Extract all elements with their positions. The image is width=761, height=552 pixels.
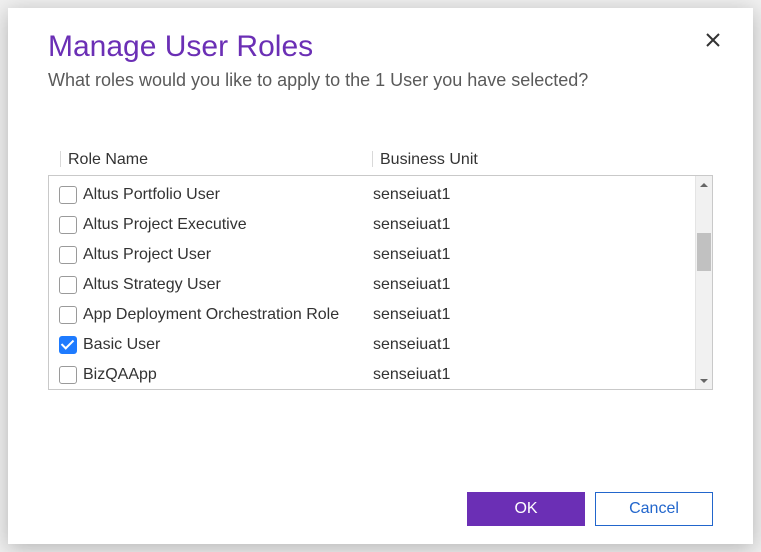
table-row[interactable]: Altus Strategy Usersenseiuat1 — [49, 270, 712, 300]
role-name: Altus Project User — [83, 246, 373, 264]
column-header-role[interactable]: Role Name — [68, 151, 380, 169]
table-row[interactable]: App Deployment Orchestration Rolesenseiu… — [49, 300, 712, 330]
role-name: Basic User — [83, 336, 373, 354]
role-name: App Deployment Orchestration Role — [83, 306, 373, 324]
table-row[interactable]: Basic Usersenseiuat1 — [49, 330, 712, 360]
ok-button[interactable]: OK — [467, 492, 585, 526]
dialog-title: Manage User Roles — [48, 30, 713, 64]
business-unit: senseiuat1 — [373, 246, 450, 264]
table-row[interactable]: Altus Project Usersenseiuat1 — [49, 240, 712, 270]
business-unit: senseiuat1 — [373, 276, 450, 294]
scroll-up-arrow-icon[interactable] — [696, 176, 712, 193]
scroll-down-arrow-icon[interactable] — [696, 372, 712, 389]
business-unit: senseiuat1 — [373, 336, 450, 354]
scroll-thumb[interactable] — [697, 233, 711, 271]
business-unit: senseiuat1 — [373, 216, 450, 234]
column-header-business-unit[interactable]: Business Unit — [380, 151, 713, 169]
roles-grid: Role Name Business Unit Altus Portfolio … — [48, 151, 713, 390]
dialog-subtitle: What roles would you like to apply to th… — [48, 70, 713, 91]
role-checkbox[interactable] — [59, 366, 77, 384]
scrollbar — [695, 176, 712, 389]
table-row[interactable]: Altus Project Executivesenseiuat1 — [49, 210, 712, 240]
manage-roles-dialog: Manage User Roles What roles would you l… — [8, 8, 753, 544]
grid-header: Role Name Business Unit — [48, 151, 713, 175]
table-row[interactable]: Altus Portfolio Usersenseiuat1 — [49, 180, 712, 210]
cancel-button[interactable]: Cancel — [595, 492, 713, 526]
grid-body: Altus Portfolio Usersenseiuat1Altus Proj… — [48, 175, 713, 390]
close-icon[interactable] — [703, 30, 723, 50]
business-unit: senseiuat1 — [373, 186, 450, 204]
role-name: Altus Strategy User — [83, 276, 373, 294]
role-checkbox[interactable] — [59, 276, 77, 294]
role-name: BizQAApp — [83, 366, 373, 384]
table-row[interactable]: BizQAAppsenseiuat1 — [49, 360, 712, 390]
role-checkbox[interactable] — [59, 216, 77, 234]
scroll-track[interactable] — [696, 193, 712, 372]
role-checkbox[interactable] — [59, 246, 77, 264]
role-name: Altus Project Executive — [83, 216, 373, 234]
dialog-footer: OK Cancel — [467, 492, 713, 526]
business-unit: senseiuat1 — [373, 306, 450, 324]
business-unit: senseiuat1 — [373, 366, 450, 384]
role-checkbox[interactable] — [59, 306, 77, 324]
role-name: Altus Portfolio User — [83, 186, 373, 204]
role-checkbox[interactable] — [59, 186, 77, 204]
role-checkbox[interactable] — [59, 336, 77, 354]
